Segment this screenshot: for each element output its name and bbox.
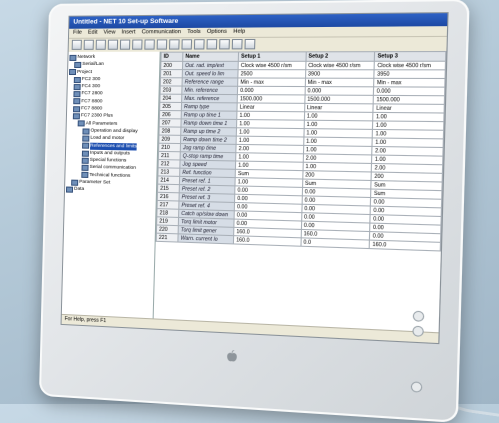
upload-icon[interactable] xyxy=(193,39,205,50)
tree-node[interactable]: Data xyxy=(65,186,155,196)
row-label: Out. rad. imp/ext xyxy=(182,61,239,70)
save-icon[interactable] xyxy=(95,39,106,50)
cell-value[interactable]: 160.0 xyxy=(233,235,301,247)
cell-value[interactable]: 160.0 xyxy=(369,240,441,251)
folder-icon xyxy=(73,76,81,83)
menu-item[interactable]: File xyxy=(73,29,82,38)
tree-node[interactable]: Network xyxy=(69,54,158,62)
tree-node-label: FC2 300 xyxy=(81,76,101,83)
row-label: 206 xyxy=(159,110,182,119)
row-label: 202 xyxy=(160,77,183,87)
column-header[interactable]: Setup 2 xyxy=(305,51,375,62)
column-header[interactable]: ID xyxy=(160,52,183,62)
folder-icon xyxy=(77,120,85,127)
cell-value[interactable]: Min - max xyxy=(304,78,375,87)
menu-item[interactable]: Insert xyxy=(121,28,135,37)
table-row[interactable]: 200 Out. rad. imp/ext Clock wise 4500 r/sm… xyxy=(160,61,446,70)
cell-value[interactable]: 3900 xyxy=(305,69,375,79)
cell-value[interactable]: Min - max xyxy=(373,78,446,88)
cell-value[interactable]: 0.0 xyxy=(300,237,370,249)
row-label: 200 xyxy=(160,61,183,70)
cell-value[interactable]: 2500 xyxy=(237,69,306,79)
download-icon[interactable] xyxy=(181,39,193,50)
menu-item[interactable]: View xyxy=(103,28,115,37)
row-label: 207 xyxy=(159,118,182,128)
tree-node-label: Project xyxy=(76,69,93,75)
help-icon[interactable] xyxy=(206,39,218,50)
folder-icon xyxy=(71,179,79,186)
row-label: Warn. current lo xyxy=(177,233,234,244)
parameter-grid: ID Name Setup 1 Setup 2 Setup 3 200 Out. rad.… xyxy=(153,50,447,334)
paste-icon[interactable] xyxy=(144,39,155,50)
stop-icon[interactable] xyxy=(219,39,230,50)
cell-value[interactable]: 0.000 xyxy=(373,86,445,96)
folder-icon xyxy=(81,172,89,179)
tree-node-label: Serial/Lan xyxy=(82,62,104,68)
row-label: 208 xyxy=(159,126,181,136)
folder-icon xyxy=(81,150,90,157)
menu-item[interactable]: Edit xyxy=(88,29,98,38)
folder-icon xyxy=(69,54,77,61)
monitor-icon[interactable] xyxy=(231,38,243,50)
connect-icon[interactable] xyxy=(168,39,180,50)
project-tree[interactable]: Network Serial/Lan Project FC2 300 FC4 300 FC… xyxy=(61,51,161,320)
menu-item[interactable]: Options xyxy=(207,28,227,37)
screen: Untitled - NET 10 Set-up Software File Ed… xyxy=(60,12,449,345)
cell-value[interactable]: Clock wise 4500 r/sm xyxy=(374,61,446,70)
column-header[interactable]: Name xyxy=(182,51,239,62)
column-header[interactable]: Setup 1 xyxy=(238,51,306,62)
cell-value[interactable]: Clock wise 4500 r/sm xyxy=(305,61,375,70)
folder-icon xyxy=(81,157,89,164)
folder-icon xyxy=(82,128,90,135)
folder-icon xyxy=(68,69,77,76)
folder-icon xyxy=(73,98,81,105)
undo-icon[interactable] xyxy=(156,39,168,50)
folder-icon xyxy=(82,135,90,142)
cell-value[interactable]: 3950 xyxy=(374,69,446,79)
row-label: 201 xyxy=(160,69,183,78)
cut-icon[interactable] xyxy=(119,39,131,50)
menu-item[interactable]: Tools xyxy=(187,28,201,37)
row-label: 221 xyxy=(156,233,179,243)
tree-node[interactable]: Serial/Lan xyxy=(69,61,158,68)
menu-item[interactable]: Help xyxy=(233,28,245,37)
copy-icon[interactable] xyxy=(132,39,143,50)
menu-item[interactable]: Communication xyxy=(142,28,182,37)
apple-logo-icon xyxy=(227,350,237,362)
tree-node-label: Data xyxy=(73,187,85,193)
folder-icon xyxy=(72,113,80,120)
row-label: 205 xyxy=(159,102,182,111)
folder-icon xyxy=(74,61,82,68)
folder-icon xyxy=(73,83,81,90)
tree-node-label: Network xyxy=(77,54,96,60)
tree-node-label: FC7 2800 xyxy=(81,91,103,97)
new-icon[interactable] xyxy=(71,39,82,50)
folder-icon xyxy=(65,186,74,193)
folder-icon xyxy=(81,164,89,172)
monitor: Untitled - NET 10 Set-up Software File Ed… xyxy=(38,0,470,423)
column-header[interactable]: Setup 3 xyxy=(374,51,446,62)
row-label: 203 xyxy=(160,85,183,95)
open-icon[interactable] xyxy=(83,39,94,50)
folder-icon xyxy=(73,91,81,98)
row-label: 204 xyxy=(159,94,182,103)
print-icon[interactable] xyxy=(107,39,119,50)
cell-value[interactable]: Min - max xyxy=(237,77,306,87)
cell-value[interactable]: Clock wise 4500 r/sm xyxy=(238,61,306,70)
row-label: Out. speed lo lim xyxy=(182,69,239,78)
folder-icon xyxy=(73,105,81,113)
folder-icon xyxy=(82,142,90,149)
settings-icon[interactable] xyxy=(244,38,256,50)
tree-node-label: FC4 300 xyxy=(81,84,101,90)
row-label: Min. reference xyxy=(181,86,238,95)
row-label: Reference range xyxy=(182,77,238,87)
